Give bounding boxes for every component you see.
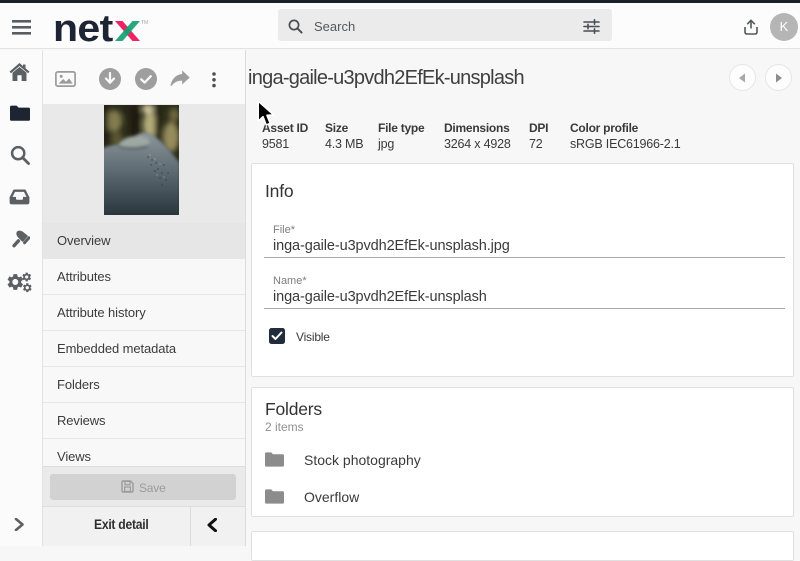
svg-text:TM: TM (141, 20, 148, 26)
svg-text:net: net (53, 10, 113, 46)
